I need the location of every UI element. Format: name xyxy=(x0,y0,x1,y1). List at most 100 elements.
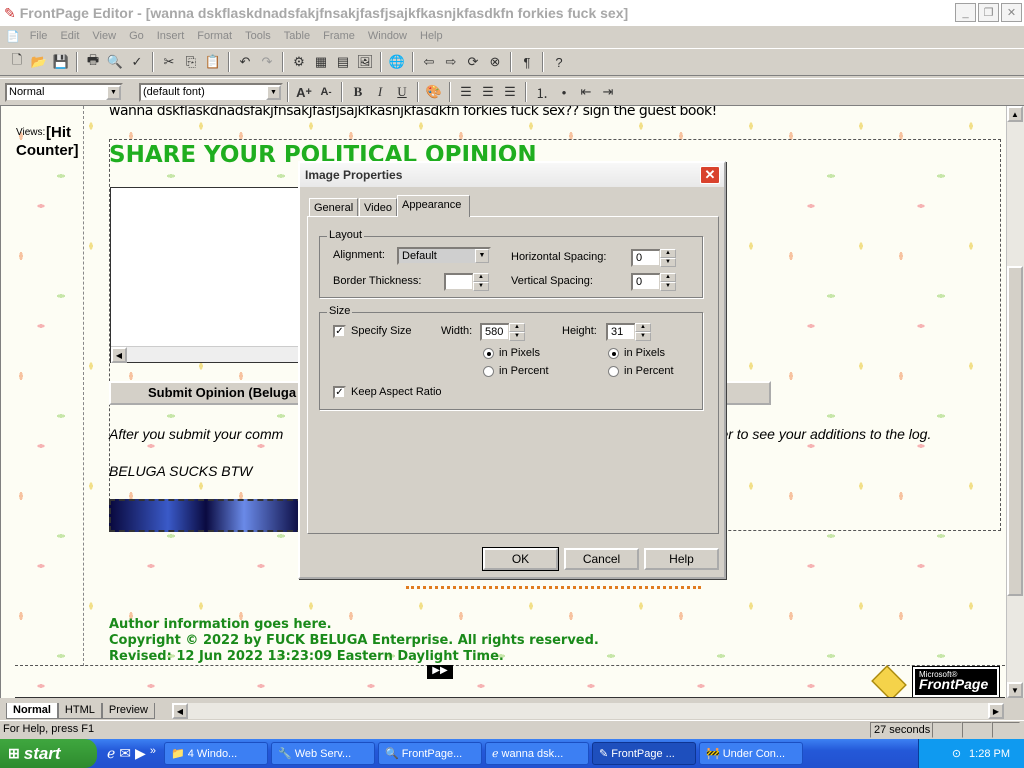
image-icon[interactable]: 🖼 xyxy=(354,51,376,73)
task-under-construction[interactable]: 🚧 Under Con... xyxy=(698,742,803,765)
underline-icon[interactable]: U xyxy=(391,81,413,103)
save-icon[interactable]: 💾 xyxy=(50,51,72,73)
italic-icon[interactable]: I xyxy=(369,81,391,103)
media-player-icon[interactable]: ▶ xyxy=(135,745,146,762)
menu-edit[interactable]: Edit xyxy=(60,30,79,42)
align-left-icon[interactable]: ☰ xyxy=(455,81,477,103)
cancel-button[interactable]: Cancel xyxy=(564,548,639,570)
increase-font-icon[interactable]: A + xyxy=(293,81,315,103)
nav-arrows-icon[interactable]: ▶▶ xyxy=(427,665,453,679)
dialog-title-bar[interactable]: Image Properties ✕ xyxy=(300,163,724,187)
print-icon[interactable]: 🖶 xyxy=(82,51,104,73)
bulleted-list-icon[interactable]: • xyxy=(553,81,575,103)
menu-frame[interactable]: Frame xyxy=(323,30,355,42)
menu-help[interactable]: Help xyxy=(420,30,443,42)
width-spinner[interactable]: ▲ ▼ xyxy=(509,323,525,341)
chevron-icon[interactable]: » xyxy=(150,745,156,762)
numbered-list-icon[interactable]: ⒈ xyxy=(531,81,553,103)
chevron-down-icon[interactable]: ▼ xyxy=(266,84,281,100)
horizontal-spacing-input[interactable]: 0 xyxy=(631,249,661,267)
tab-video[interactable]: Video xyxy=(359,198,397,217)
copy-icon[interactable]: ⎘ xyxy=(180,51,202,73)
scroll-up-icon[interactable]: ▲ xyxy=(1007,106,1023,122)
task-web-server[interactable]: 🔧 Web Serv... xyxy=(270,742,375,765)
border-thickness-spinner[interactable]: ▲ ▼ xyxy=(473,273,489,291)
task-browser[interactable]: ℯ wanna dsk... xyxy=(484,742,589,765)
specify-size-checkbox[interactable]: ✓ xyxy=(333,325,346,338)
task-frontpage-explorer[interactable]: 🔍 FrontPage... xyxy=(377,742,482,765)
border-thickness-input[interactable] xyxy=(444,273,474,291)
keep-aspect-checkbox[interactable]: ✓ xyxy=(333,386,346,399)
menu-view[interactable]: View xyxy=(92,30,116,42)
cut-icon[interactable]: ✂ xyxy=(158,51,180,73)
chevron-down-icon[interactable]: ▼ xyxy=(106,84,121,100)
width-percent-radio[interactable] xyxy=(483,366,494,377)
alignment-select[interactable]: Default ▼ xyxy=(397,247,491,265)
tab-html[interactable]: HTML xyxy=(57,703,102,719)
task-frontpage-editor[interactable]: ✎ FrontPage ... xyxy=(591,742,696,765)
help-pointer-icon[interactable]: ? xyxy=(548,51,570,73)
restore-button[interactable]: ❐ xyxy=(978,3,999,22)
horizontal-spacing-spinner[interactable]: ▲ ▼ xyxy=(660,249,676,267)
decrease-indent-icon[interactable]: ⇤ xyxy=(575,81,597,103)
tab-normal[interactable]: Normal xyxy=(6,703,58,719)
scroll-thumb[interactable] xyxy=(1007,266,1023,596)
menu-go[interactable]: Go xyxy=(129,30,144,42)
undo-icon[interactable]: ↶ xyxy=(234,51,256,73)
new-icon[interactable]: 🗋 xyxy=(6,51,28,73)
height-pixels-radio[interactable] xyxy=(608,348,619,359)
width-pixels-radio[interactable] xyxy=(483,348,494,359)
stop-icon[interactable]: ⊗ xyxy=(484,51,506,73)
chevron-down-icon[interactable]: ▼ xyxy=(475,249,489,263)
menu-insert[interactable]: Insert xyxy=(157,30,185,42)
scroll-left-icon[interactable]: ◀ xyxy=(172,703,188,719)
menu-window[interactable]: Window xyxy=(368,30,407,42)
help-button[interactable]: Help xyxy=(644,548,719,570)
forward-icon[interactable]: ⇨ xyxy=(440,51,462,73)
width-input[interactable]: 580 xyxy=(480,323,510,341)
back-icon[interactable]: ⇦ xyxy=(418,51,440,73)
decrease-font-icon[interactable]: A- xyxy=(315,81,337,103)
bold-icon[interactable]: B xyxy=(347,81,369,103)
opinion-textarea[interactable] xyxy=(110,187,310,363)
horizontal-scrollbar[interactable]: ◀ ▶ xyxy=(172,703,1004,719)
close-icon[interactable]: ✕ xyxy=(700,166,720,184)
minimize-button[interactable]: _ xyxy=(955,3,976,22)
ok-button[interactable]: OK xyxy=(482,547,559,571)
menu-table[interactable]: Table xyxy=(284,30,310,42)
tray-icon[interactable]: ⊙ xyxy=(952,747,961,760)
task-windows[interactable]: 📁 4 Windo... xyxy=(163,742,268,765)
align-right-icon[interactable]: ☰ xyxy=(499,81,521,103)
menu-file[interactable]: File xyxy=(30,30,48,42)
banner-image[interactable] xyxy=(109,499,303,532)
form-icon[interactable]: ▤ xyxy=(332,51,354,73)
spelling-icon[interactable]: ✓ xyxy=(126,51,148,73)
vertical-scrollbar[interactable]: ▲ ▼ xyxy=(1006,106,1024,698)
print-preview-icon[interactable]: 🔍 xyxy=(104,51,126,73)
vertical-spacing-spinner[interactable]: ▲ ▼ xyxy=(660,273,676,291)
open-icon[interactable]: 📂 xyxy=(28,51,50,73)
tab-general[interactable]: General xyxy=(309,198,359,217)
height-spinner[interactable]: ▲ ▼ xyxy=(635,323,651,341)
scroll-right-icon[interactable]: ▶ xyxy=(988,703,1004,719)
menu-format[interactable]: Format xyxy=(197,30,232,42)
align-center-icon[interactable]: ☰ xyxy=(477,81,499,103)
close-button[interactable]: ✕ xyxy=(1001,3,1022,22)
style-select[interactable]: Normal ▼ xyxy=(5,82,123,102)
height-percent-radio[interactable] xyxy=(608,366,619,377)
textarea-hscrollbar[interactable]: ◀ xyxy=(111,346,309,363)
vertical-spacing-input[interactable]: 0 xyxy=(631,273,661,291)
start-button[interactable]: ⊞ start xyxy=(0,739,97,768)
scroll-down-icon[interactable]: ▼ xyxy=(1007,682,1023,698)
redo-icon[interactable]: ↷ xyxy=(256,51,278,73)
tab-preview[interactable]: Preview xyxy=(101,703,155,719)
menu-tools[interactable]: Tools xyxy=(245,30,271,42)
outlook-icon[interactable]: ✉ xyxy=(119,745,131,762)
font-select[interactable]: (default font) ▼ xyxy=(139,82,283,102)
tab-appearance[interactable]: Appearance xyxy=(397,195,470,217)
increase-indent-icon[interactable]: ⇥ xyxy=(597,81,619,103)
table-icon[interactable]: ▦ xyxy=(310,51,332,73)
hyperlink-icon[interactable]: 🌐 xyxy=(386,51,408,73)
paragraph-marks-icon[interactable]: ¶ xyxy=(516,51,538,73)
paste-icon[interactable]: 📋 xyxy=(202,51,224,73)
